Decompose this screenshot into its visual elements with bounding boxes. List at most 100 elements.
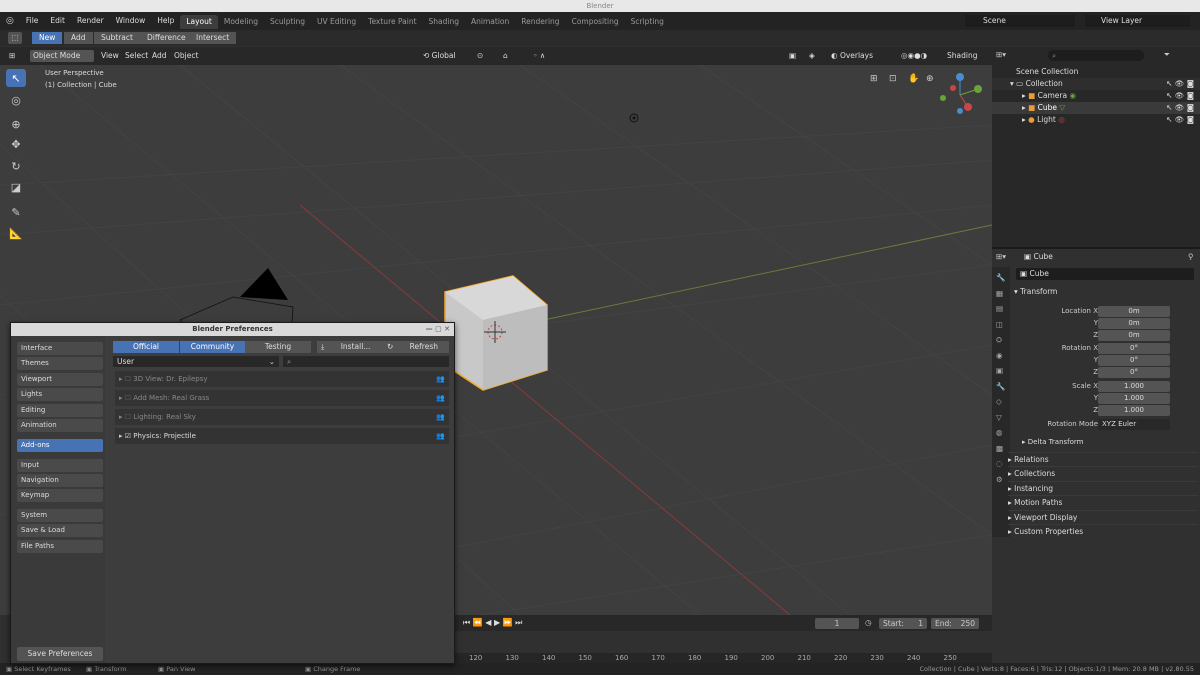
editor-type-icon[interactable]: ⊞ [6, 50, 18, 62]
outliner-item-light[interactable]: ▸ ● Light ◎ ↖ 👁 ◙ [992, 114, 1200, 126]
tab-animation[interactable]: Animation [465, 15, 515, 29]
transform-tool-icon[interactable]: ✥ [6, 135, 26, 153]
category-lights[interactable]: Lights [17, 388, 103, 401]
menu-object[interactable]: Object [171, 50, 201, 62]
tab-scripting[interactable]: Scripting [625, 15, 670, 29]
menu-help[interactable]: Help [151, 12, 180, 30]
collections-panel[interactable]: ▸ Collections [1008, 466, 1198, 479]
menu-add[interactable]: Add [149, 50, 170, 62]
scale-z-field[interactable]: 1.000 [1098, 405, 1170, 416]
cube-object[interactable] [444, 275, 548, 391]
gizmo-icon[interactable]: ◈ [806, 50, 818, 62]
tab-community[interactable]: Community [179, 341, 245, 353]
tab-sculpting[interactable]: Sculpting [264, 15, 311, 29]
mode-new-button[interactable]: New [32, 32, 63, 44]
viewport-nav-icons[interactable]: ⊞ ⊡ ✋ ⊕ [870, 72, 934, 84]
viewport-display-panel[interactable]: ▸ Viewport Display [1008, 510, 1198, 523]
scene-selector[interactable]: Scene [965, 15, 1075, 27]
mode-intersect-button[interactable]: Intersect [189, 32, 237, 44]
outliner-scene-collection[interactable]: Scene Collection [992, 66, 1200, 78]
rotation-mode-dropdown[interactable]: XYZ Euler [1098, 419, 1170, 430]
addon-checkbox[interactable]: ☐ [125, 413, 131, 421]
category-viewport[interactable]: Viewport [17, 373, 103, 386]
tab-layout[interactable]: Layout [180, 15, 218, 29]
outliner-editor-icon[interactable]: ⊞▾ [996, 50, 1006, 59]
category-keymap[interactable]: Keymap [17, 489, 103, 502]
addon-checkbox[interactable]: ☐ [125, 394, 131, 402]
addon-checkbox[interactable]: ☐ [125, 375, 131, 383]
navigation-gizmo[interactable] [940, 73, 982, 114]
relations-panel[interactable]: ▸ Relations [1008, 452, 1198, 465]
tab-rendering[interactable]: Rendering [515, 15, 565, 29]
outliner-search-input[interactable]: ⌕ [1048, 50, 1144, 61]
overlays-dropdown[interactable]: ◐ Overlays [828, 50, 876, 62]
measure-tool-icon[interactable]: 📐 [6, 224, 26, 242]
outliner-collection[interactable]: ▾ ▭ Collection ↖ 👁 ◙ [992, 78, 1200, 90]
category-save-load[interactable]: Save & Load [17, 524, 103, 537]
select-box-icon[interactable]: ⬚ [8, 32, 22, 44]
mode-subtract-button[interactable]: Subtract [94, 32, 140, 44]
window-controls[interactable]: — ▢ ✕ [426, 323, 450, 336]
proportional-edit-icon[interactable]: ◦ ∧ [530, 50, 548, 62]
object-mode-dropdown[interactable]: Object Mode [30, 50, 94, 62]
menu-window[interactable]: Window [110, 12, 152, 30]
mode-add-button[interactable]: Add [64, 32, 93, 44]
category-input[interactable]: Input [17, 459, 103, 472]
custom-properties-panel[interactable]: ▸ Custom Properties [1008, 524, 1198, 537]
save-preferences-button[interactable]: Save Preferences [17, 647, 103, 661]
rotation-x-field[interactable]: 0° [1098, 343, 1170, 354]
addon-checkbox-checked[interactable]: ☑ [125, 432, 131, 440]
addon-row[interactable]: ▸ ☐ 3D View: Dr. Epilepsy 👥 [115, 371, 449, 387]
visibility-icon[interactable]: ▣ [786, 50, 799, 62]
addon-row[interactable]: ▸ ☐ Lighting: Real Sky 👥 [115, 409, 449, 425]
category-interface[interactable]: Interface [17, 342, 103, 355]
location-y-field[interactable]: 0m [1098, 318, 1170, 329]
scale-tool-icon[interactable]: ◪ [6, 178, 26, 196]
rotation-y-field[interactable]: 0° [1098, 355, 1170, 366]
select-box-tool-icon[interactable]: ↖ [6, 69, 26, 87]
snap-icon[interactable]: ⌂ [500, 50, 511, 62]
end-frame-field[interactable]: End: 250 [931, 618, 979, 629]
addon-row[interactable]: ▸ ☑ Physics: Projectile 👥 [115, 428, 449, 444]
location-z-field[interactable]: 0m [1098, 330, 1170, 341]
blender-logo-icon[interactable]: ◎ [0, 16, 20, 26]
tab-compositing[interactable]: Compositing [566, 15, 625, 29]
current-frame-field[interactable]: 1 [815, 618, 859, 629]
motion-paths-panel[interactable]: ▸ Motion Paths [1008, 495, 1198, 508]
menu-file[interactable]: File [20, 12, 45, 30]
category-navigation[interactable]: Navigation [17, 474, 103, 487]
transform-panel-header[interactable]: ▾ Transform [1014, 287, 1057, 296]
tab-official[interactable]: Official [113, 341, 179, 353]
rotate-tool-icon[interactable]: ↻ [6, 157, 26, 175]
rotation-z-field[interactable]: 0° [1098, 367, 1170, 378]
instancing-panel[interactable]: ▸ Instancing [1008, 481, 1198, 494]
tab-uv-editing[interactable]: UV Editing [311, 15, 362, 29]
tab-shading[interactable]: Shading [423, 15, 465, 29]
shading-mode-icons[interactable]: ◎◉●◑ [898, 50, 930, 62]
menu-select[interactable]: Select [122, 50, 151, 62]
scale-x-field[interactable]: 1.000 [1098, 381, 1170, 392]
menu-edit[interactable]: Edit [44, 12, 71, 30]
addon-search-input[interactable]: ⌕ [283, 356, 449, 367]
install-button[interactable]: ⤓ Install... [317, 341, 383, 353]
mode-difference-button[interactable]: Difference [140, 32, 193, 44]
tab-texture-paint[interactable]: Texture Paint [362, 15, 422, 29]
pivot-icon[interactable]: ⊙ [474, 50, 486, 62]
menu-render[interactable]: Render [71, 12, 110, 30]
delta-transform-panel[interactable]: ▸ Delta Transform [1022, 438, 1083, 446]
filter-icon[interactable]: ⏷ [1164, 50, 1170, 60]
addon-filter-dropdown[interactable]: User ⌄ [113, 356, 279, 367]
move-tool-icon[interactable]: ⊕ [6, 115, 26, 133]
preferences-titlebar[interactable]: Blender Preferences — ▢ ✕ [11, 323, 454, 336]
light-object[interactable] [629, 113, 639, 123]
shading-dropdown[interactable]: Shading [944, 50, 980, 62]
start-frame-field[interactable]: Start: 1 [879, 618, 927, 629]
properties-editor-icon[interactable]: ⊞▾ [996, 252, 1006, 261]
object-name-field[interactable]: ▣ Cube [1016, 268, 1194, 280]
category-file-paths[interactable]: File Paths [17, 540, 103, 553]
outliner-item-cube[interactable]: ▸ ■ Cube ▽ ↖ 👁 ◙ [992, 102, 1200, 114]
category-add-ons[interactable]: Add-ons [17, 439, 103, 452]
addon-row[interactable]: ▸ ☐ Add Mesh: Real Grass 👥 [115, 390, 449, 406]
category-animation[interactable]: Animation [17, 419, 103, 432]
category-themes[interactable]: Themes [17, 357, 103, 370]
